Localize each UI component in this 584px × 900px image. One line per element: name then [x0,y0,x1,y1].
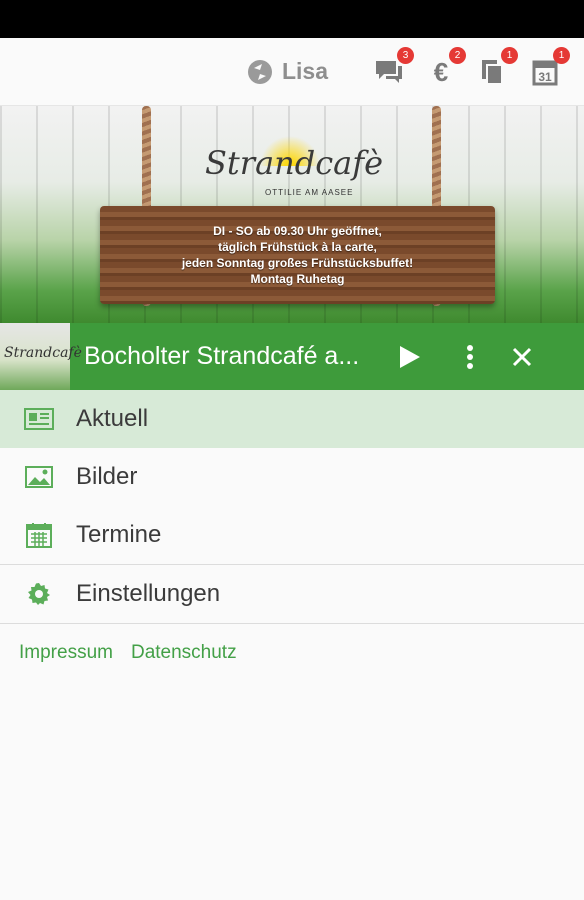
impressum-link[interactable]: Impressum [19,642,113,664]
calendar-day: 31 [538,70,552,84]
user-profile[interactable]: Lisa [246,58,328,86]
documents-icon[interactable]: 1 [476,46,518,89]
menu-item-label: Einstellungen [76,580,221,607]
wooden-sign: DI - SO ab 09.30 Uhr geöffnet, täglich F… [100,206,495,304]
menu-item-label: Termine [76,521,162,548]
calendar-badge: 1 [553,46,570,64]
euro-icon[interactable]: € 2 [424,46,466,89]
close-icon[interactable] [508,340,536,374]
gear-icon [24,579,54,609]
navigation-menu: Aktuell Bilder Termine Einstellungen [0,390,584,624]
euro-glyph: € [433,56,449,87]
page-title: Bocholter Strandcafé a... [84,342,360,370]
menu-item-label: Aktuell [76,405,149,432]
play-icon[interactable] [396,340,424,374]
sign-line: DI - SO ab 09.30 Uhr geöffnet, [213,224,382,238]
app-logo-icon [247,59,272,84]
chat-icon[interactable]: 3 [372,46,414,89]
app-thumbnail[interactable]: Strandcafè [0,323,82,390]
thumbnail-logo-text: Strandcafè [4,345,82,361]
more-vert-icon[interactable] [456,340,484,374]
documents-badge: 1 [501,46,518,64]
logo-text: Strandcafè [205,144,384,182]
top-toolbar: Lisa 3 € 2 1 31 1 [0,38,584,106]
menu-item-termine[interactable]: Termine [0,506,584,564]
menu-item-einstellungen[interactable]: Einstellungen [0,565,584,623]
chat-badge: 3 [397,46,414,64]
calendar-icon[interactable]: 31 1 [528,46,570,89]
calendar-icon [24,520,54,550]
menu-item-bilder[interactable]: Bilder [0,448,584,506]
news-icon [24,404,54,434]
sign-line: täglich Frühstück à la carte, [218,240,377,254]
menu-item-aktuell[interactable]: Aktuell [0,390,584,448]
menu-item-label: Bilder [76,463,138,490]
datenschutz-link[interactable]: Datenschutz [131,642,237,664]
header-banner-image: Strandcafè OTTILIE AM AASEE DI - SO ab 0… [0,106,584,323]
app-header-bar: Strandcafè Bocholter Strandcafé a... [0,323,584,390]
user-name: Lisa [281,58,328,84]
footer-links: Impressum Datenschutz [0,624,584,664]
sign-line: jeden Sonntag großes Frühstücksbuffet! [181,256,414,270]
strandcafe-logo: Strandcafè OTTILIE AM AASEE [205,126,384,211]
image-icon [24,462,54,492]
status-bar [0,0,584,38]
euro-badge: 2 [449,46,466,64]
sign-line: Montag Ruhetag [250,272,345,286]
logo-subtitle: OTTILIE AM AASEE [265,188,354,197]
